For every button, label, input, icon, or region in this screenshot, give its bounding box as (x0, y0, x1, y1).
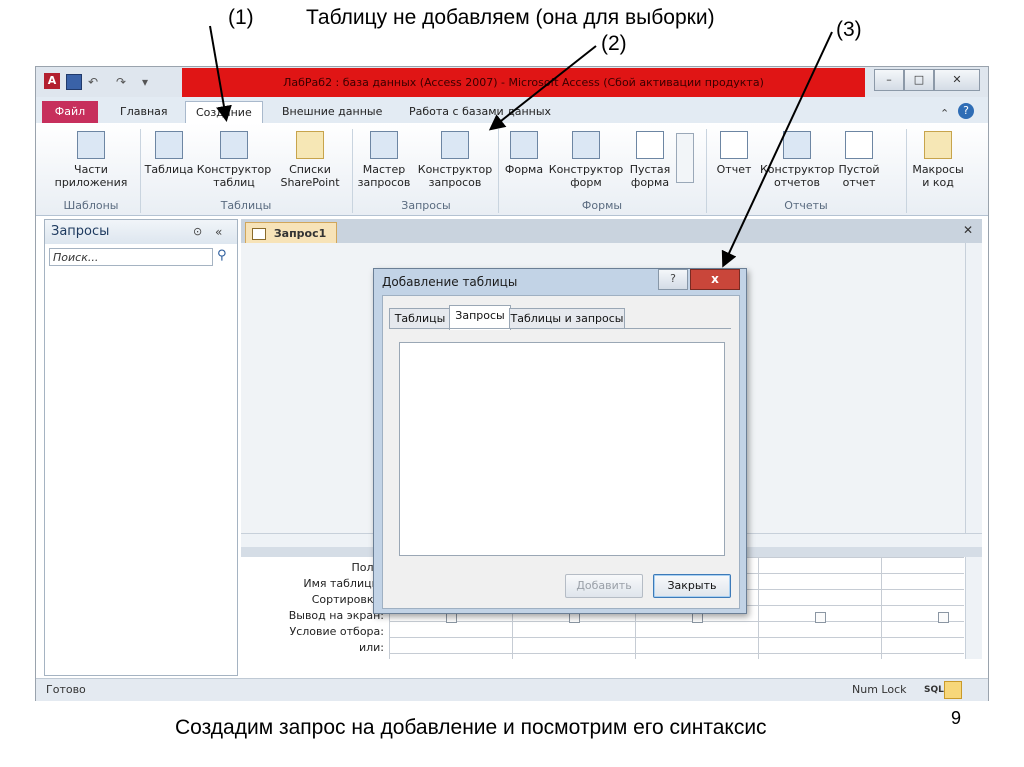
page-number: 9 (951, 708, 962, 728)
annotation-arrows (209, 25, 833, 268)
arrow-1 (209, 25, 232, 122)
slide-caption: Создадим запрос на добавление и посмотри… (175, 716, 767, 739)
arrow-2 (488, 45, 597, 131)
arrow-3 (721, 31, 833, 268)
